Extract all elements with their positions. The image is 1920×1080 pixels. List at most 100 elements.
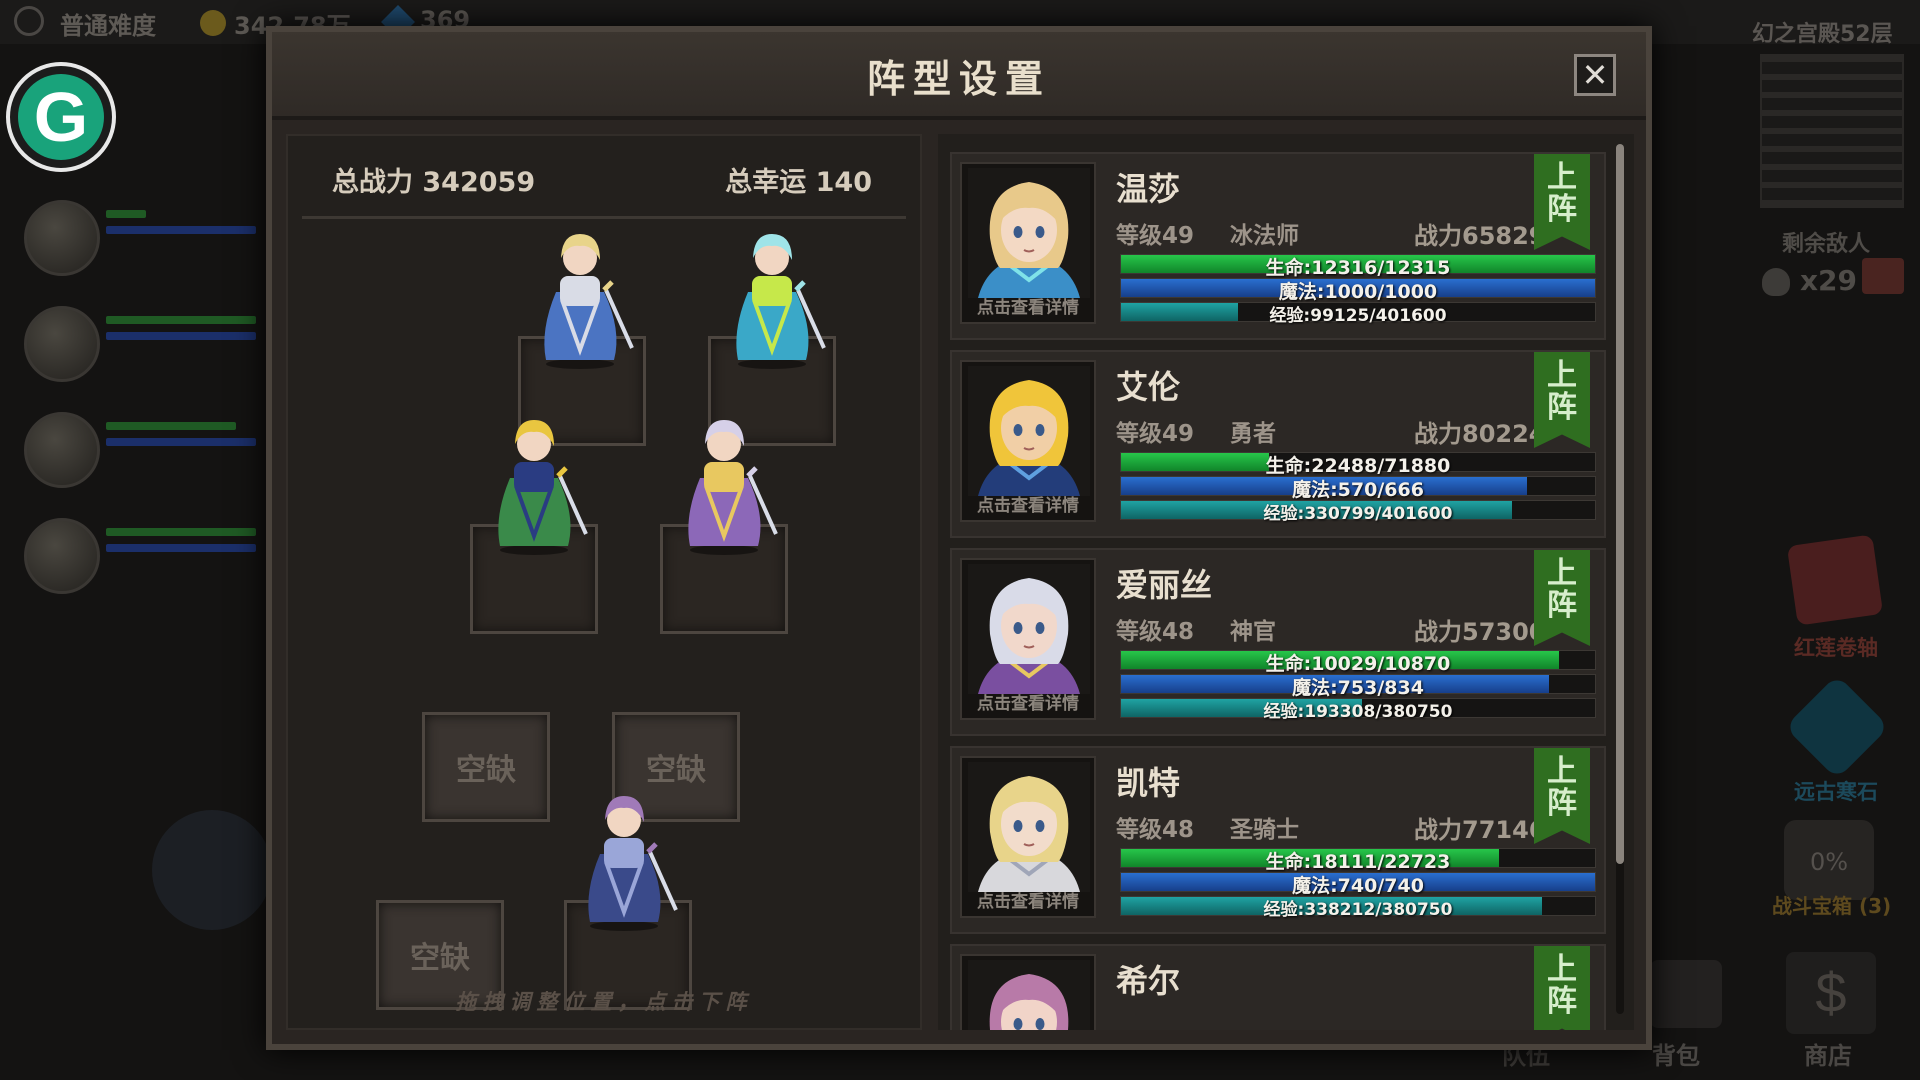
hero-portrait — [968, 564, 1090, 694]
close-button[interactable]: ✕ — [1574, 54, 1616, 96]
deploy-button[interactable]: 上 阵 — [1534, 154, 1590, 250]
hero-power: 战力77146 — [1414, 816, 1546, 844]
hero-level: 等级48 — [1116, 817, 1195, 843]
deploy-button[interactable]: 上 阵 — [1534, 946, 1590, 1030]
view-details-link[interactable]: 点击查看详情 — [962, 293, 1094, 318]
view-details-link[interactable]: 点击查看详情 — [962, 689, 1094, 714]
mp-bar: 魔法:1000/1000 — [1120, 278, 1596, 303]
ancient-cold-stone-label: 远古寒石 — [1794, 780, 1878, 804]
mp-text: 魔法:753/834 — [1292, 677, 1424, 699]
hero-portrait — [968, 366, 1090, 496]
deploy-label-bottom: 阵 — [1547, 984, 1577, 1019]
battle-chest-label: 战斗宝箱 (3) — [1772, 894, 1892, 918]
ancient-cold-stone-icon[interactable] — [1784, 674, 1890, 780]
mp-text: 魔法:1000/1000 — [1278, 281, 1438, 303]
dialog-title: 阵型设置 — [866, 57, 1051, 101]
hp-bar: 生命:22488/71880 — [1120, 452, 1596, 477]
hero-card[interactable]: 点击查看详情 爱丽丝 等级48 神官 战力57300 生命:10029/1087… — [950, 548, 1606, 736]
side-hero-slot[interactable] — [14, 402, 264, 502]
hero-class: 勇者 — [1230, 421, 1276, 447]
hero-list-scrollbar[interactable] — [1616, 144, 1624, 1014]
hero-class: 冰法师 — [1230, 223, 1299, 249]
hero-class: 圣骑士 — [1230, 817, 1299, 843]
view-details-link[interactable]: 点击查看详情 — [962, 491, 1094, 516]
g-logo-icon[interactable]: G — [6, 62, 116, 172]
red-lotus-scroll-icon[interactable] — [1786, 534, 1884, 626]
hero-avatar — [24, 412, 100, 488]
priestess-figure[interactable] — [664, 406, 784, 556]
xp-text: 经验:330799/401600 — [1263, 504, 1453, 524]
deploy-button[interactable]: 上 阵 — [1534, 550, 1590, 646]
formation-hint: 拖拽调整位置，点击下阵 — [455, 990, 753, 1014]
hero-card[interactable]: 点击查看详情 希尔 上 阵 — [950, 944, 1606, 1030]
deploy-button[interactable]: 上 阵 — [1534, 352, 1590, 448]
virtual-joystick[interactable] — [152, 810, 272, 930]
deploy-label-bottom: 阵 — [1547, 390, 1577, 425]
shop-label[interactable]: 商店 — [1804, 1036, 1852, 1071]
mp-bar: 魔法:570/666 — [1120, 476, 1596, 501]
mp-text: 魔法:740/740 — [1292, 875, 1424, 897]
hero-portrait-frame[interactable]: 点击查看详情 — [960, 558, 1096, 720]
hero-portrait-frame[interactable]: 点击查看详情 — [960, 360, 1096, 522]
deploy-button[interactable]: 上 阵 — [1534, 748, 1590, 844]
total-power: 总战力 342059 — [332, 167, 536, 198]
formation-dialog: 阵型设置 ✕ 总战力 342059 总幸运 140 空缺 空缺 空缺 拖拽调整位… — [266, 26, 1652, 1050]
side-hero-slot[interactable] — [14, 190, 264, 290]
hero-card[interactable]: 点击查看详情 艾伦 等级49 勇者 战力80224 生命:22488/71880… — [950, 350, 1606, 538]
dark-swordswoman-figure[interactable] — [564, 782, 684, 932]
mp-text: 魔法:570/666 — [1292, 479, 1424, 501]
gold-coin-icon — [200, 10, 226, 36]
xp-bar: 经验:338212/380750 — [1120, 896, 1596, 920]
hero-portrait — [968, 168, 1090, 298]
floor-label: 幻之宫殿52层 — [1752, 22, 1893, 47]
settings-gear-icon[interactable] — [14, 6, 44, 36]
deploy-label-top: 上 — [1547, 160, 1577, 195]
hero-card[interactable]: 点击查看详情 凯特 等级48 圣骑士 战力77146 生命:18111/2272… — [950, 746, 1606, 934]
treasure-chest-icon — [1862, 258, 1904, 294]
hero-avatar — [24, 306, 100, 382]
bag-icon[interactable] — [1650, 960, 1722, 1028]
hero-level: 等级49 — [1116, 223, 1195, 249]
view-details-link[interactable]: 点击查看详情 — [962, 887, 1094, 912]
ice-mage-figure[interactable] — [712, 220, 832, 370]
side-hero-slot[interactable] — [14, 296, 264, 396]
minimap[interactable] — [1760, 54, 1904, 208]
hero-class: 神官 — [1230, 619, 1276, 645]
hp-bar: 生命:10029/10870 — [1120, 650, 1596, 675]
side-hero-slot[interactable] — [14, 508, 264, 608]
knight-figure[interactable] — [520, 220, 640, 370]
remaining-enemies-label: 剩余敌人 — [1782, 232, 1871, 257]
hero-portrait-frame[interactable]: 点击查看详情 — [960, 756, 1096, 918]
formation-panel: 总战力 342059 总幸运 140 空缺 空缺 空缺 拖拽调整位置，点击下阵 — [286, 134, 922, 1030]
red-lotus-scroll-label: 红莲卷轴 — [1794, 636, 1878, 660]
dialog-header: 阵型设置 ✕ — [272, 32, 1646, 120]
hero-avatar — [24, 200, 100, 276]
hero-portrait-frame[interactable]: 点击查看详情 — [960, 954, 1096, 1030]
hero-name: 希尔 — [1116, 962, 1181, 1000]
bag-label[interactable]: 背包 — [1652, 1036, 1700, 1071]
hero-avatar — [24, 518, 100, 594]
deploy-label-top: 上 — [1547, 556, 1577, 591]
mp-bar: 魔法:753/834 — [1120, 674, 1596, 699]
empty-formation-slot[interactable]: 空缺 — [422, 712, 550, 822]
deploy-label-bottom: 阵 — [1547, 588, 1577, 623]
xp-bar: 经验:193308/380750 — [1120, 698, 1596, 722]
shop-dollar-icon[interactable]: $ — [1786, 952, 1876, 1034]
stats-divider — [302, 216, 906, 219]
hero-name: 爱丽丝 — [1116, 566, 1213, 604]
scrollbar-thumb[interactable] — [1616, 144, 1624, 864]
xp-bar: 经验:99125/401600 — [1120, 302, 1596, 326]
deploy-label-bottom: 阵 — [1547, 786, 1577, 821]
deploy-label-bottom: 阵 — [1547, 192, 1577, 227]
hero-card[interactable]: 点击查看详情 温莎 等级49 冰法师 战力65829 生命:12316/1231… — [950, 152, 1606, 340]
hero-level: 等级48 — [1116, 619, 1195, 645]
xp-text: 经验:193308/380750 — [1263, 702, 1453, 722]
hp-bar: 生命:12316/12315 — [1120, 254, 1596, 279]
skull-icon — [1762, 268, 1790, 296]
hero-portrait-frame[interactable]: 点击查看详情 — [960, 162, 1096, 324]
hero-list[interactable]: 点击查看详情 温莎 等级49 冰法师 战力65829 生命:12316/1231… — [938, 134, 1634, 1030]
mp-bar: 魔法:740/740 — [1120, 872, 1596, 897]
hero-name: 温莎 — [1116, 170, 1181, 208]
hero-figure[interactable] — [474, 406, 594, 556]
hp-text: 生命:22488/71880 — [1265, 455, 1451, 477]
